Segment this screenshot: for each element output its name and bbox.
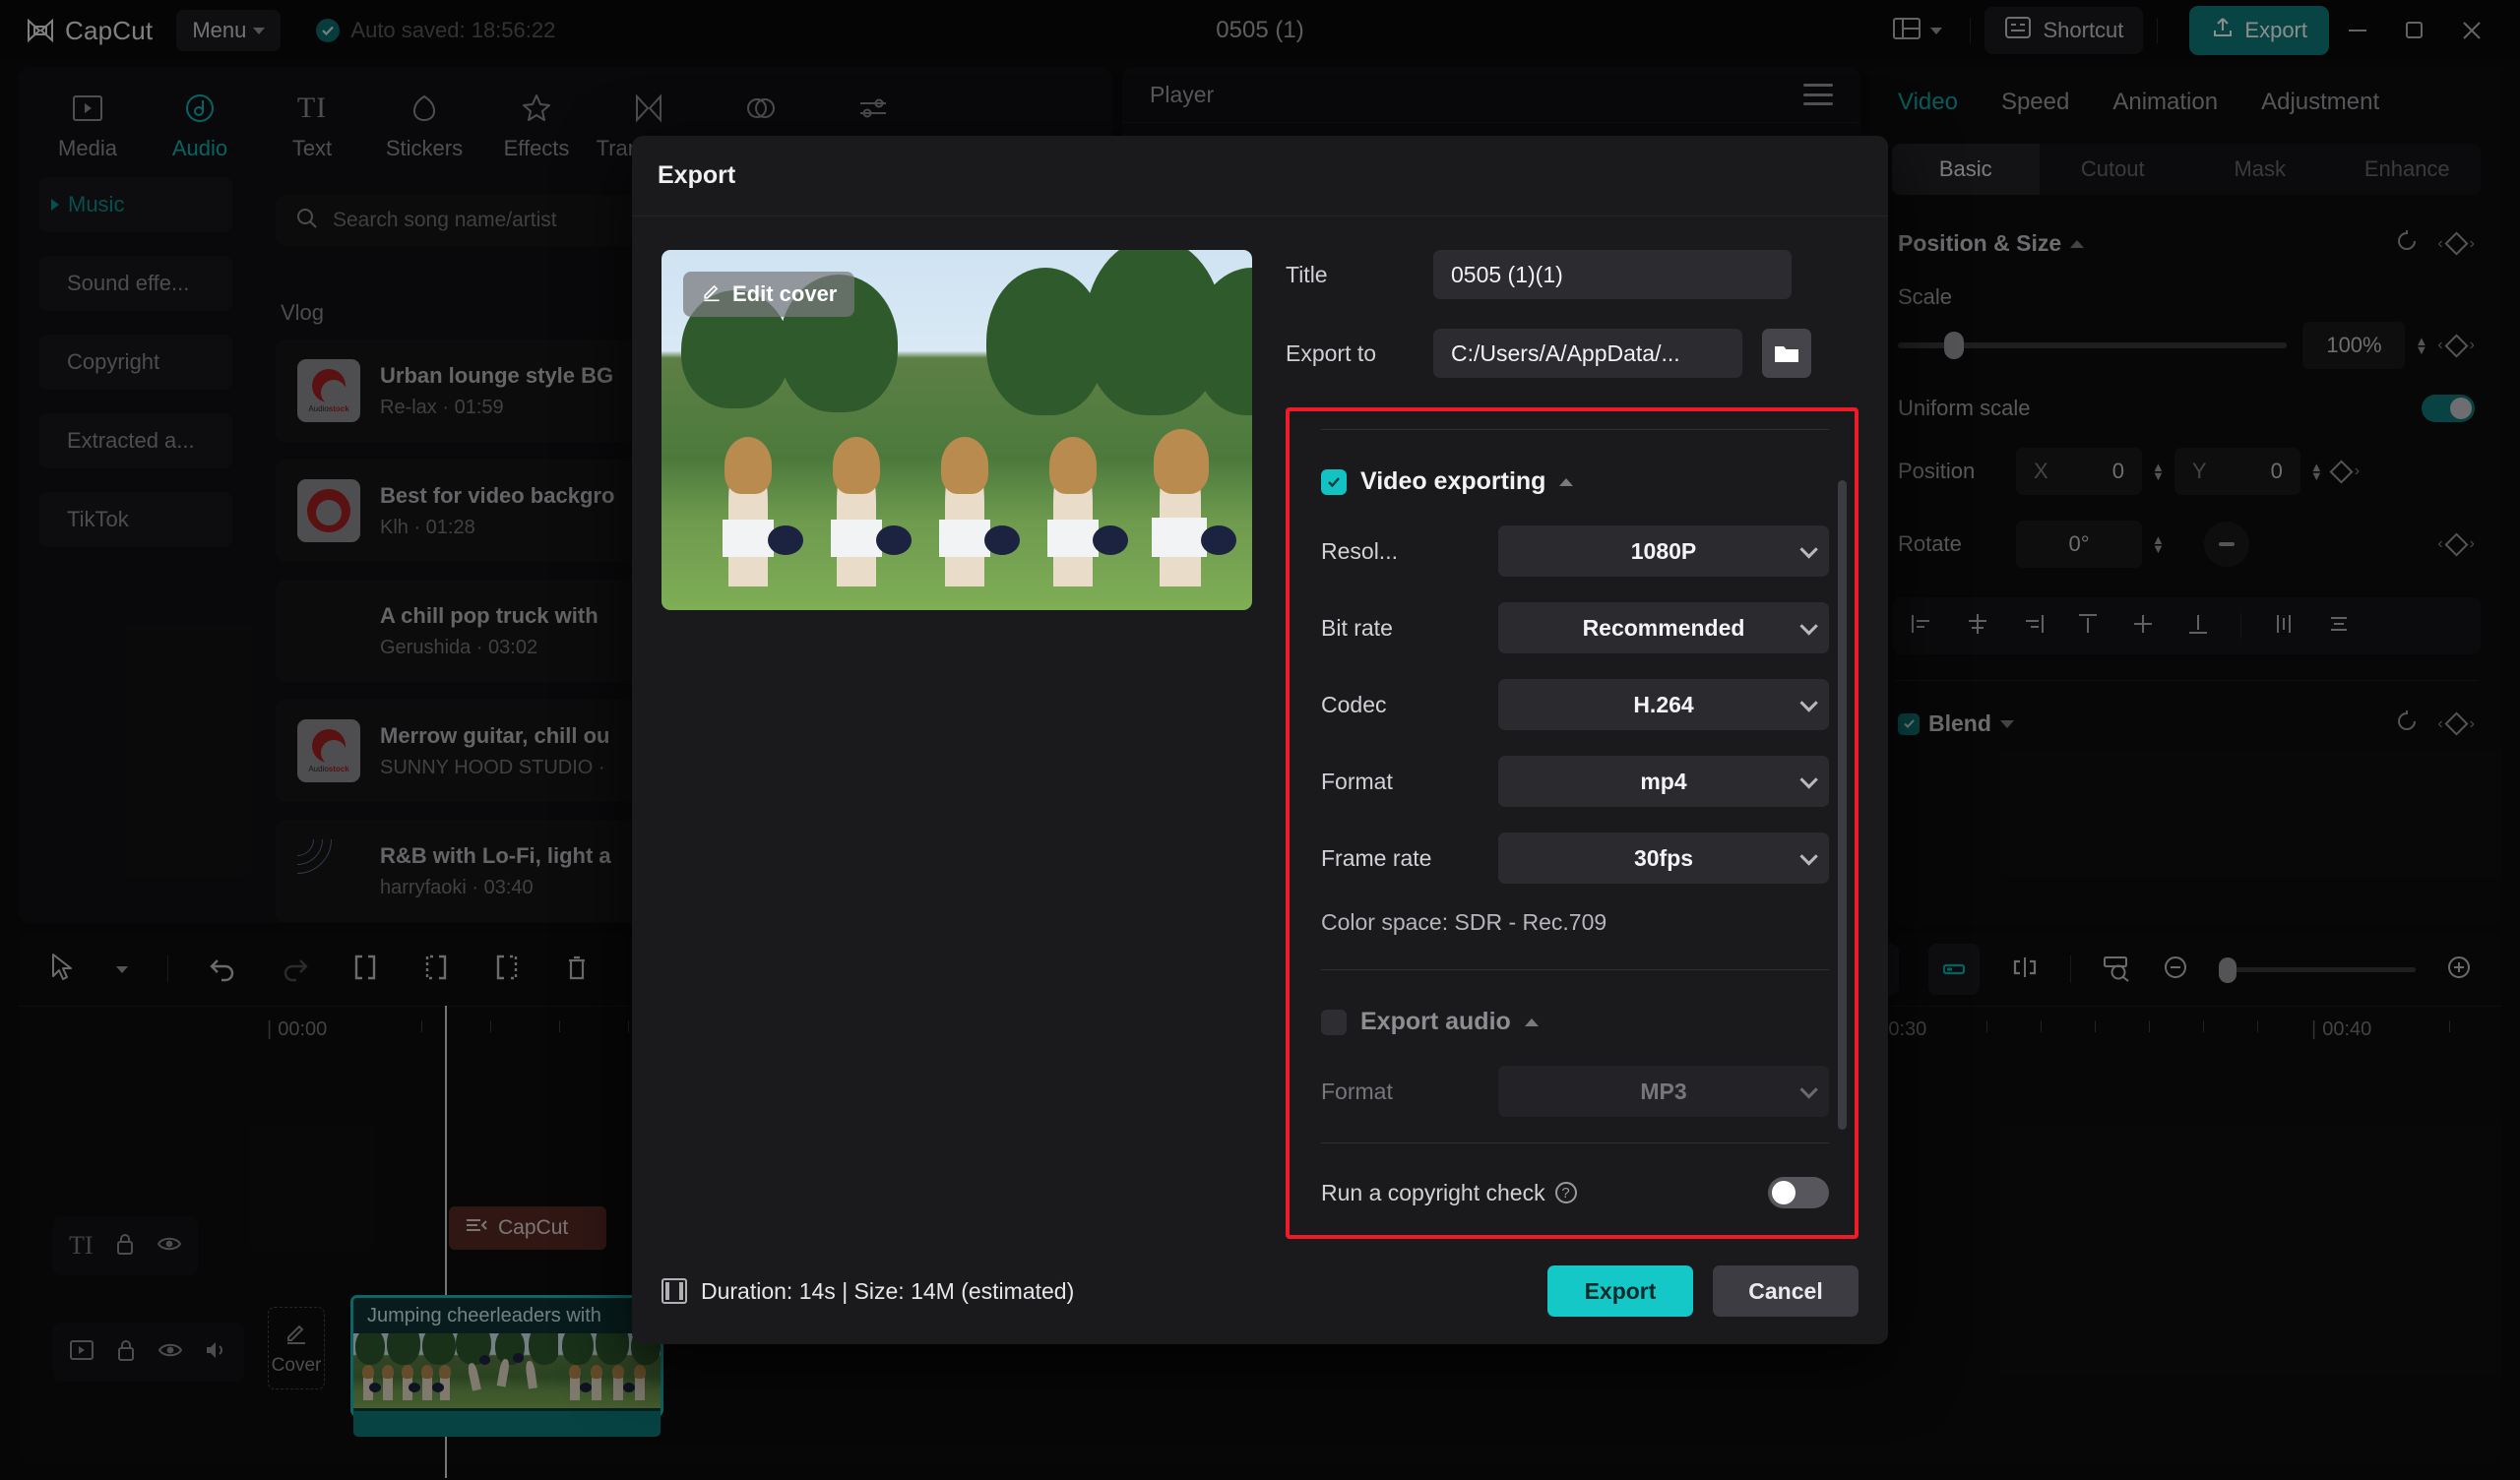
export-dialog-title: Export xyxy=(632,136,1888,216)
duration-info: Duration: 14s | Size: 14M (estimated) xyxy=(662,1278,1074,1305)
export-to-row: Export to C:/Users/A/AppData/... xyxy=(1286,329,1858,378)
duration-text: Duration: 14s | Size: 14M (estimated) xyxy=(701,1277,1075,1304)
copyright-check-label: Run a copyright check xyxy=(1321,1179,1545,1205)
export-audio-header[interactable]: Export audio xyxy=(1321,1008,1829,1036)
video-exporting-checkbox[interactable] xyxy=(1321,468,1347,495)
export-path-input[interactable]: C:/Users/A/AppData/... xyxy=(1433,329,1742,378)
export-dialog-body: Edit cover Title 0505 (1)(1) Export to C… xyxy=(632,216,1888,1239)
framerate-value: 30fps xyxy=(1633,844,1694,871)
chevron-down-icon xyxy=(1799,1079,1818,1099)
chevron-down-icon xyxy=(1799,693,1818,712)
copyright-check-toggle[interactable] xyxy=(1768,1177,1829,1208)
chevron-down-icon xyxy=(1799,616,1818,636)
edit-cover-label: Edit cover xyxy=(732,281,838,306)
export-audio-checkbox[interactable] xyxy=(1321,1009,1347,1035)
audio-format-select: MP3 xyxy=(1498,1066,1829,1117)
copyright-check-label-wrap: Run a copyright check ? xyxy=(1321,1180,1577,1206)
codec-label: Codec xyxy=(1321,691,1387,717)
audio-format-label: Format xyxy=(1321,1078,1393,1104)
export-confirm-button[interactable]: Export xyxy=(1547,1265,1693,1317)
video-exporting-label: Video exporting xyxy=(1360,467,1546,495)
chevron-up-icon[interactable] xyxy=(1524,1018,1539,1026)
folder-icon[interactable] xyxy=(1762,329,1811,378)
export-audio-label: Export audio xyxy=(1360,1008,1511,1035)
copyright-check-row: Run a copyright check ? xyxy=(1321,1177,1829,1208)
cancel-button[interactable]: Cancel xyxy=(1713,1265,1858,1317)
framerate-label: Frame rate xyxy=(1321,844,1432,871)
chevron-down-icon xyxy=(1799,539,1818,559)
question-icon[interactable]: ? xyxy=(1554,1182,1577,1203)
scrollbar-thumb[interactable] xyxy=(1838,480,1847,1130)
divider xyxy=(1321,1142,1829,1143)
color-space-text: Color space: SDR - Rec.709 xyxy=(1321,909,1607,935)
film-icon xyxy=(662,1278,687,1304)
resolution-label: Resol... xyxy=(1321,537,1398,564)
format-value: mp4 xyxy=(1640,768,1687,794)
capcut-window: CapCut Menu Auto saved: 18:56:22 0505 (1… xyxy=(0,0,2520,1480)
format-label: Format xyxy=(1321,768,1393,794)
resolution-row: Resol... 1080P xyxy=(1321,525,1829,577)
resolution-select[interactable]: 1080P xyxy=(1498,525,1829,577)
export-dialog-footer: Duration: 14s | Size: 14M (estimated) Ex… xyxy=(632,1238,1888,1344)
codec-select[interactable]: H.264 xyxy=(1498,679,1829,730)
pencil-icon xyxy=(701,280,723,308)
framerate-row: Frame rate 30fps xyxy=(1321,832,1829,884)
chevron-down-icon xyxy=(1799,846,1818,866)
video-exporting-header[interactable]: Video exporting xyxy=(1321,467,1829,496)
export-options-highlight: Video exporting Resol... 1080P Bit rate xyxy=(1286,407,1858,1239)
cover-preview: Edit cover xyxy=(662,250,1252,610)
framerate-select[interactable]: 30fps xyxy=(1498,832,1829,884)
divider xyxy=(1321,969,1829,970)
bitrate-value: Recommended xyxy=(1582,614,1745,641)
bitrate-select[interactable]: Recommended xyxy=(1498,602,1829,653)
audio-format-row: Format MP3 xyxy=(1321,1066,1829,1117)
title-input[interactable]: 0505 (1)(1) xyxy=(1433,250,1792,299)
codec-value: H.264 xyxy=(1633,691,1694,717)
export-options-scroll[interactable]: Video exporting Resol... 1080P Bit rate xyxy=(1290,429,1855,1217)
title-field-row: Title 0505 (1)(1) xyxy=(1286,250,1858,299)
export-to-label: Export to xyxy=(1286,339,1377,366)
format-row: Format mp4 xyxy=(1321,756,1829,807)
divider xyxy=(1321,429,1829,430)
chevron-up-icon[interactable] xyxy=(1559,477,1574,486)
audio-format-value: MP3 xyxy=(1640,1078,1687,1104)
footer-buttons: Export Cancel xyxy=(1547,1265,1858,1317)
export-dialog: Export Edit cover Title 0505 (1)(1) Expo… xyxy=(632,136,1888,1344)
bitrate-label: Bit rate xyxy=(1321,614,1393,641)
format-select[interactable]: mp4 xyxy=(1498,756,1829,807)
title-label: Title xyxy=(1286,261,1328,287)
edit-cover-button[interactable]: Edit cover xyxy=(683,272,855,317)
bitrate-row: Bit rate Recommended xyxy=(1321,602,1829,653)
chevron-down-icon xyxy=(1799,770,1818,789)
export-settings-form: Title 0505 (1)(1) Export to C:/Users/A/A… xyxy=(1286,250,1858,1239)
codec-row: Codec H.264 xyxy=(1321,679,1829,730)
resolution-value: 1080P xyxy=(1630,537,1697,564)
